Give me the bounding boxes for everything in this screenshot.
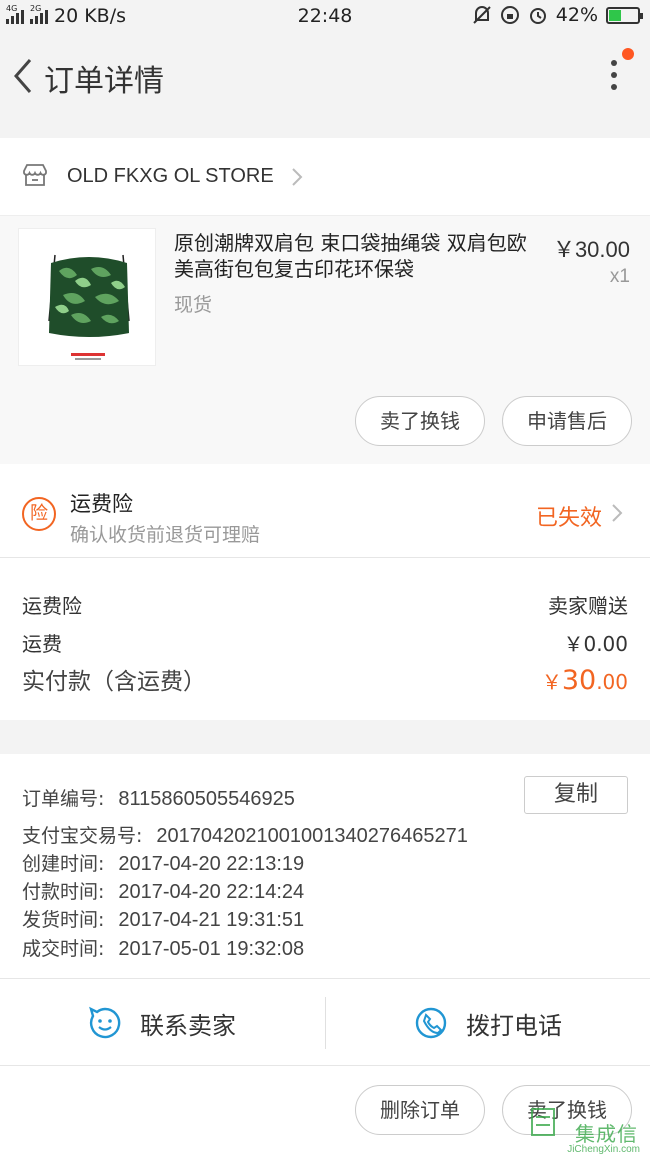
- total-value: ￥30.00: [542, 665, 628, 696]
- more-menu-button[interactable]: [602, 48, 634, 96]
- after-sale-button[interactable]: 申请售后: [502, 396, 632, 446]
- alipay-label: 支付宝交易号:: [22, 825, 143, 847]
- total-label: 实付款（含运费）: [22, 669, 206, 695]
- order-info-section: 订单编号: 8115860505546925 复制 支付宝交易号: 20170420…: [0, 754, 650, 978]
- watermark-text: 集成信: [575, 1122, 638, 1146]
- watermark: 集成信 JiChengXin.com: [530, 1105, 650, 1155]
- fee-value: ￥0.00: [563, 632, 628, 656]
- contact-seller-button[interactable]: 联系卖家: [0, 979, 324, 1067]
- insurance-title: 运费险: [70, 492, 133, 516]
- product-card: 原创潮牌双肩包 束口袋抽绳袋 双肩包欧美高街包包复古印花环保袋 现货 ￥30.0…: [0, 216, 650, 464]
- battery-percent: 42%: [555, 4, 598, 26]
- product-quantity: x1: [609, 266, 630, 287]
- order-number-label: 订单编号:: [22, 788, 105, 810]
- product-price: ￥30.00: [552, 237, 630, 262]
- alipay-number-row: 支付宝交易号: 2017042021001001340276465271: [22, 821, 468, 848]
- insurance-badge-icon: 险: [22, 497, 56, 531]
- sell-for-cash-button[interactable]: 卖了换钱: [355, 396, 485, 446]
- delete-order-button[interactable]: 删除订单: [355, 1085, 485, 1135]
- chevron-right-icon: [292, 168, 303, 186]
- order-number: 8115860505546925: [118, 788, 295, 810]
- more-dot-icon: [611, 84, 617, 90]
- fee-row-total: 实付款（含运费） ￥30.00: [22, 662, 628, 696]
- shipped-time-row: 发货时间: 2017-04-21 19:31:51: [22, 905, 304, 932]
- paid-time: 2017-04-20 22:14:24: [118, 881, 305, 903]
- created-time-row: 创建时间: 2017-04-20 22:13:19: [22, 849, 304, 876]
- paid-label: 付款时间:: [22, 881, 105, 903]
- created-label: 创建时间:: [22, 853, 105, 875]
- backpack-image-icon: [48, 254, 130, 337]
- shipping-insurance-row[interactable]: 险 运费险 确认收货前退货可理赔 已失效: [0, 464, 650, 558]
- alarm-icon: [529, 8, 546, 24]
- store-icon: [23, 164, 47, 186]
- more-dot-icon: [611, 72, 617, 78]
- copy-button[interactable]: 复制: [524, 776, 628, 814]
- contact-seller-label: 联系卖家: [140, 1011, 236, 1040]
- mute-icon: [473, 6, 491, 24]
- more-dot-icon: [611, 60, 617, 66]
- notification-dot: [622, 48, 634, 60]
- done-time: 2017-05-01 19:32:08: [118, 938, 305, 960]
- back-arrow-icon[interactable]: [8, 54, 38, 98]
- shipped-label: 发货时间:: [22, 909, 105, 931]
- label-tag-icon: [71, 353, 105, 360]
- call-label: 拨打电话: [466, 1011, 562, 1040]
- order-number-row: 订单编号: 8115860505546925: [22, 784, 295, 811]
- fee-row-insurance: 运费险 卖家赠送: [22, 590, 628, 619]
- fee-label: 运费险: [22, 594, 82, 618]
- chevron-right-icon: [612, 504, 623, 522]
- shipped-time: 2017-04-21 19:31:51: [118, 909, 305, 931]
- page-title: 订单详情: [44, 64, 164, 99]
- fee-value: 卖家赠送: [548, 594, 628, 618]
- nav-bar: 订单详情: [0, 34, 650, 120]
- done-label: 成交时间:: [22, 938, 105, 960]
- fees-section: 运费险 卖家赠送 运费 ￥0.00 实付款（含运费） ￥30.00: [0, 558, 650, 720]
- insurance-subtitle: 确认收货前退货可理赔: [70, 524, 261, 546]
- rotation-lock-icon: [500, 6, 519, 24]
- done-time-row: 成交时间: 2017-05-01 19:32:08: [22, 934, 304, 961]
- contact-actions: 联系卖家 拨打电话: [0, 978, 650, 1066]
- watermark-url: JiChengXin.com: [567, 1144, 640, 1155]
- alipay-number: 2017042021001001340276465271: [156, 825, 468, 847]
- store-name: OLD FKXG OL STORE: [67, 165, 274, 187]
- paid-time-row: 付款时间: 2017-04-20 22:14:24: [22, 877, 304, 904]
- call-button[interactable]: 拨打电话: [326, 979, 650, 1067]
- store-row[interactable]: OLD FKXG OL STORE: [0, 138, 650, 216]
- product-stock: 现货: [174, 294, 213, 316]
- total-currency: ￥: [541, 670, 562, 694]
- bottom-bar: 删除订单 卖了换钱 集成信 JiChengXin.com: [0, 1066, 650, 1155]
- total-decimal: .00: [596, 670, 628, 694]
- watermark-logo-icon: [531, 1108, 555, 1136]
- phone-icon: [415, 1007, 447, 1039]
- chat-face-icon: [89, 1006, 121, 1039]
- product-title[interactable]: 原创潮牌双肩包 束口袋抽绳袋 双肩包欧美高街包包复古印花环保袋: [174, 230, 536, 282]
- status-right: 42%: [472, 4, 643, 26]
- created-time: 2017-04-20 22:13:19: [118, 853, 305, 875]
- fee-row-shipping: 运费 ￥0.00: [22, 628, 628, 657]
- total-integer: 30: [561, 665, 597, 696]
- insurance-status: 已失效: [535, 506, 602, 531]
- fee-label: 运费: [22, 632, 62, 656]
- product-thumbnail[interactable]: [18, 228, 156, 366]
- status-bar: 4G 2G 20 KB/s 22:48 42%: [0, 0, 650, 34]
- battery-icon: [606, 6, 643, 24]
